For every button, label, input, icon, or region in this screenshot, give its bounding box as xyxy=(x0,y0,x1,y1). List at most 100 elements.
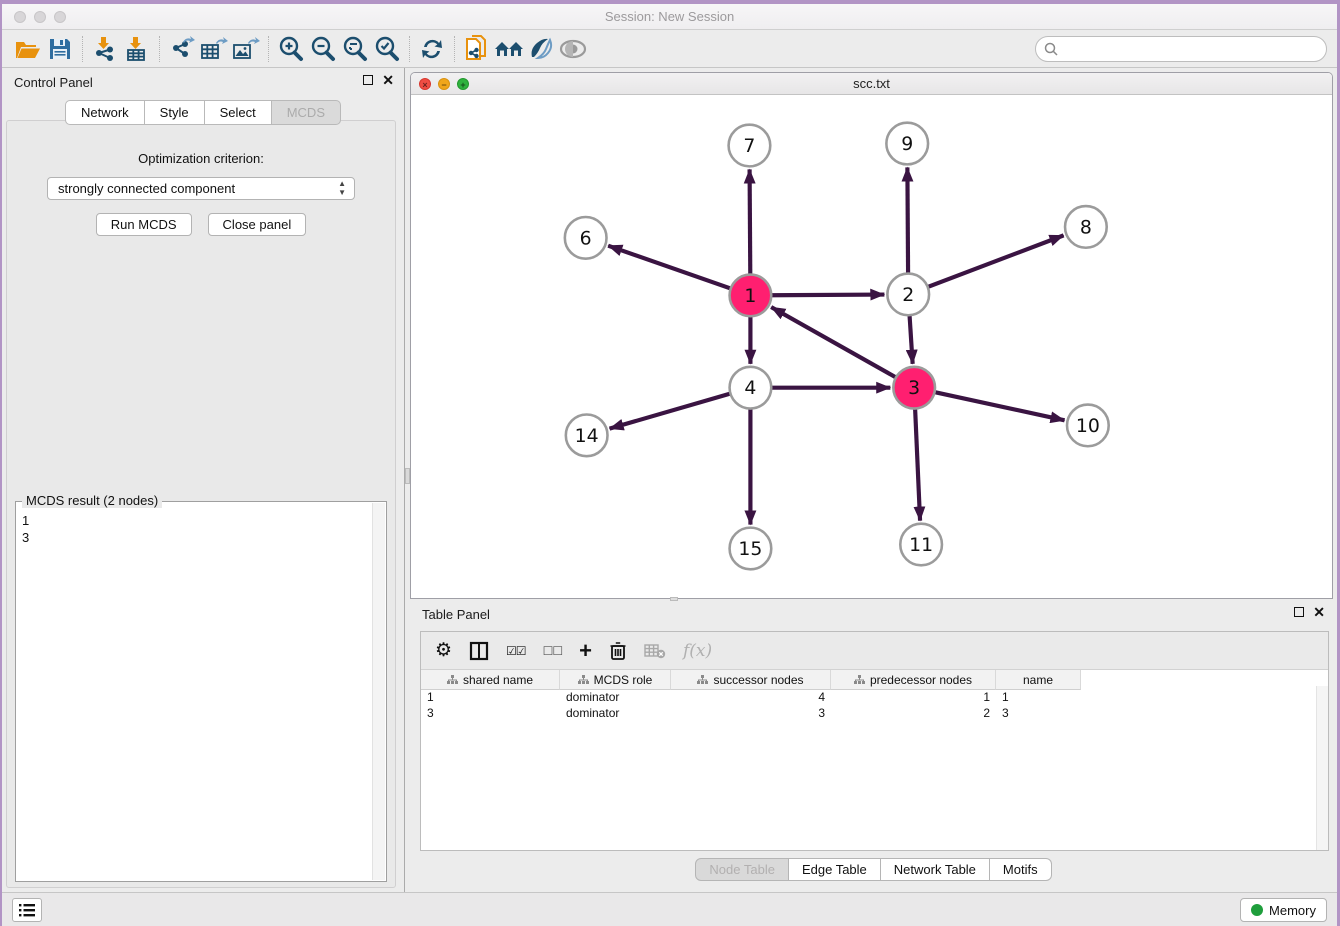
tab-node-table[interactable]: Node Table xyxy=(695,858,789,881)
close-panel-icon[interactable]: ✕ xyxy=(382,75,394,85)
cell-shared-name: 1 xyxy=(421,690,560,706)
edge-2-8[interactable] xyxy=(926,235,1064,287)
edge-3-1[interactable] xyxy=(771,307,898,378)
graph-node-label-15: 15 xyxy=(738,539,762,560)
edge-3-10[interactable] xyxy=(933,392,1065,421)
hierarchy-icon xyxy=(578,675,589,685)
cell-shared-name: 3 xyxy=(421,706,560,722)
refresh-layout-icon[interactable] xyxy=(416,34,448,64)
column-header-successor-nodes[interactable]: successor nodes xyxy=(671,670,831,690)
graph-node-label-9: 9 xyxy=(901,134,913,155)
cell-mcds-role: dominator xyxy=(560,690,671,706)
column-header-predecessor-nodes[interactable]: predecessor nodes xyxy=(831,670,996,690)
table-scrollbar[interactable] xyxy=(1316,686,1328,850)
hierarchy-icon xyxy=(447,675,458,685)
mcds-tab-content: Optimization criterion: strongly connect… xyxy=(6,120,396,888)
table-row[interactable]: 1 dominator 4 1 1 xyxy=(421,690,1328,706)
show-graphics-details-icon[interactable] xyxy=(557,34,589,64)
window-close-button[interactable] xyxy=(14,11,26,23)
control-panel-tabs: Network Style Select MCDS xyxy=(2,100,404,125)
window-zoom-button[interactable] xyxy=(54,11,66,23)
criterion-select[interactable]: strongly connected component ▲▼ xyxy=(47,177,355,200)
table-row[interactable]: 3 dominator 3 2 3 xyxy=(421,706,1328,722)
new-network-from-selection-icon[interactable] xyxy=(461,34,493,64)
window-minimize-button[interactable] xyxy=(34,11,46,23)
graph-node-label-8: 8 xyxy=(1080,217,1092,238)
edge-1-6[interactable] xyxy=(608,246,732,289)
mcds-result-title: MCDS result (2 nodes) xyxy=(22,493,162,508)
table-header-row: shared name MCDS role successor nodes pr… xyxy=(421,670,1328,690)
apply-style-icon[interactable] xyxy=(525,34,557,64)
tab-network-table[interactable]: Network Table xyxy=(881,858,990,881)
tab-style[interactable]: Style xyxy=(145,100,205,125)
zoom-out-icon[interactable] xyxy=(307,34,339,64)
edge-1-2[interactable] xyxy=(769,295,884,296)
task-history-button[interactable] xyxy=(12,898,42,922)
tab-network[interactable]: Network xyxy=(65,100,145,125)
network-minimize-button[interactable]: − xyxy=(438,78,450,90)
run-mcds-button[interactable]: Run MCDS xyxy=(96,213,192,236)
toolbar-separator xyxy=(82,36,83,62)
window-title: Session: New Session xyxy=(2,4,1337,30)
export-network-icon[interactable] xyxy=(166,34,198,64)
network-maximize-button[interactable]: + xyxy=(457,78,469,90)
memory-status-icon xyxy=(1251,904,1263,916)
edge-2-9[interactable] xyxy=(907,167,908,275)
column-header-shared-name[interactable]: shared name xyxy=(421,670,560,690)
control-panel: Control Panel ✕ Network Style Select MCD… xyxy=(2,68,404,892)
tab-motifs[interactable]: Motifs xyxy=(990,858,1052,881)
float-table-panel-icon[interactable] xyxy=(1294,607,1304,617)
network-close-button[interactable]: × xyxy=(419,78,431,90)
float-panel-icon[interactable] xyxy=(363,75,373,85)
tab-select[interactable]: Select xyxy=(205,100,272,125)
table-settings-gear-icon[interactable]: ⚙ xyxy=(435,641,452,660)
show-column-icon[interactable] xyxy=(469,641,489,661)
result-line: 3 xyxy=(22,529,372,546)
function-builder-icon[interactable]: f(x) xyxy=(683,641,712,661)
network-canvas[interactable]: 7968124314101511 xyxy=(411,95,1332,598)
edge-1-7[interactable] xyxy=(750,169,751,276)
zoom-selected-icon[interactable] xyxy=(371,34,403,64)
import-table-icon[interactable] xyxy=(121,34,153,64)
criterion-selected-value: strongly connected component xyxy=(58,181,235,196)
mcds-result-box: MCDS result (2 nodes) 1 3 xyxy=(15,501,387,882)
zoom-fit-icon[interactable] xyxy=(339,34,371,64)
edge-4-14[interactable] xyxy=(610,393,733,429)
main-toolbar xyxy=(2,30,1337,68)
open-session-icon[interactable] xyxy=(12,34,44,64)
import-network-icon[interactable] xyxy=(89,34,121,64)
graph-node-label-1: 1 xyxy=(744,286,756,307)
export-image-icon[interactable] xyxy=(230,34,262,64)
graph-node-label-10: 10 xyxy=(1076,416,1100,437)
result-line: 1 xyxy=(22,512,372,529)
toolbar-separator xyxy=(409,36,410,62)
unselect-all-columns-icon[interactable]: ☐☐ xyxy=(543,644,563,658)
network-window-titlebar[interactable]: × − + scc.txt xyxy=(411,73,1332,95)
zoom-in-icon[interactable] xyxy=(275,34,307,64)
first-neighbors-icon[interactable] xyxy=(493,34,525,64)
tab-edge-table[interactable]: Edge Table xyxy=(789,858,881,881)
hierarchy-icon xyxy=(697,675,708,685)
tab-mcds[interactable]: MCDS xyxy=(272,100,341,125)
column-header-mcds-role[interactable]: MCDS role xyxy=(560,670,671,690)
optimization-criterion-label: Optimization criterion: xyxy=(7,151,395,166)
select-all-columns-icon[interactable]: ☑☑ xyxy=(506,644,526,658)
toolbar-separator xyxy=(159,36,160,62)
mcds-result-list[interactable]: 1 3 xyxy=(22,512,372,879)
search-input[interactable] xyxy=(1035,36,1327,62)
close-table-panel-icon[interactable]: ✕ xyxy=(1313,607,1325,617)
search-icon xyxy=(1044,42,1058,61)
delete-column-icon[interactable] xyxy=(609,641,627,661)
result-scrollbar[interactable] xyxy=(372,503,385,880)
graph-node-label-11: 11 xyxy=(909,535,933,556)
edge-3-11[interactable] xyxy=(915,407,920,521)
column-header-name[interactable]: name xyxy=(996,670,1081,690)
delete-table-icon[interactable] xyxy=(644,643,666,659)
export-table-icon[interactable] xyxy=(198,34,230,64)
memory-button[interactable]: Memory xyxy=(1240,898,1327,922)
edge-2-3[interactable] xyxy=(909,313,912,364)
chevron-up-down-icon: ▲▼ xyxy=(338,179,346,197)
add-column-icon[interactable]: + xyxy=(579,642,592,660)
close-panel-button[interactable]: Close panel xyxy=(208,213,307,236)
save-session-icon[interactable] xyxy=(44,34,76,64)
